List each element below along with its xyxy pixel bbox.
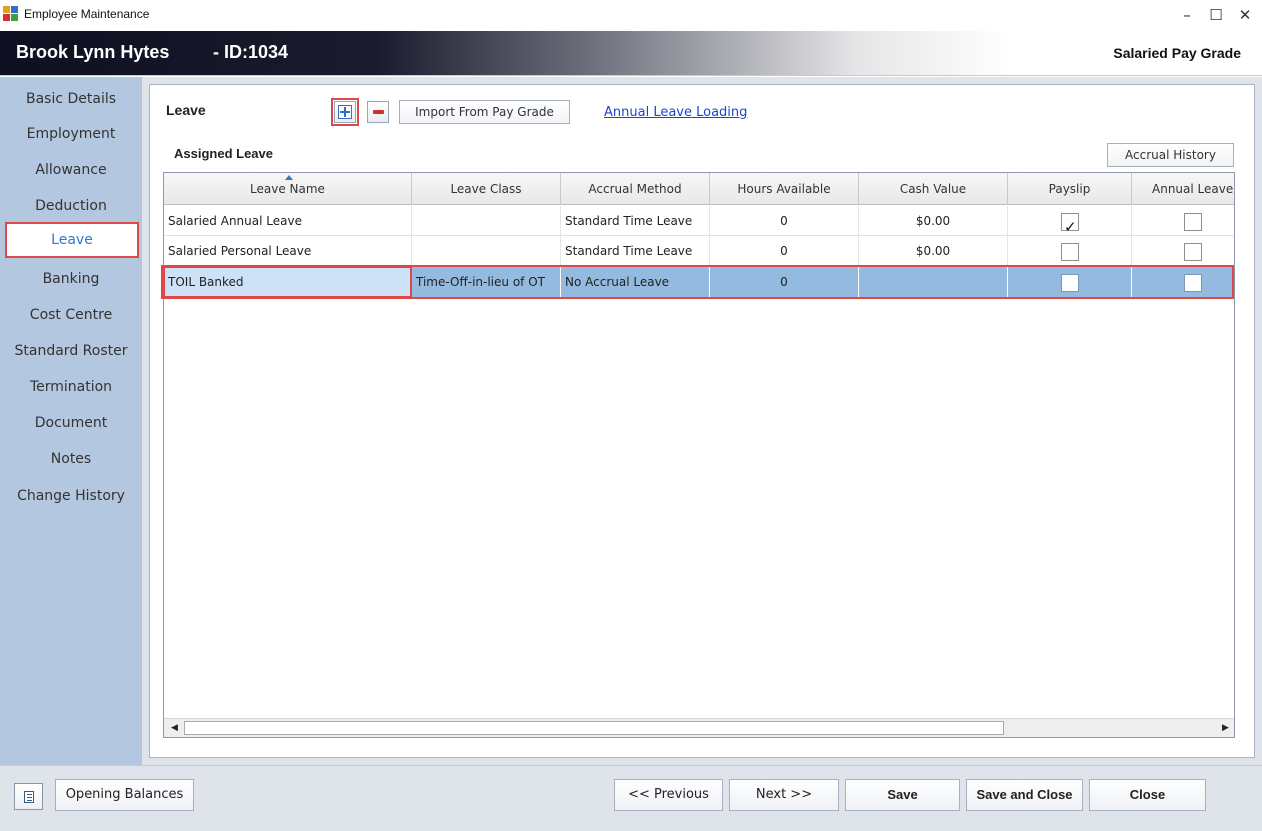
add-leave-button[interactable] (331, 98, 359, 126)
sidebar-item-leave[interactable]: Leave (5, 222, 139, 258)
cell-accrual-method[interactable]: No Accrual Leave (561, 267, 710, 297)
employee-header: Brook Lynn Hytes - ID:1034 Salaried Pay … (0, 31, 1262, 76)
close-button[interactable]: Close (1089, 779, 1206, 811)
column-header-hours-available[interactable]: Hours Available (710, 173, 859, 205)
table-row[interactable]: Salaried Annual Leave Standard Time Leav… (164, 206, 1234, 236)
cell-leave-class[interactable]: Time-Off-in-lieu of OT (412, 267, 561, 297)
close-window-button[interactable]: ✕ (1231, 4, 1259, 26)
annual-leave-checkbox[interactable] (1184, 243, 1202, 261)
sidebar-item-standard-roster[interactable]: Standard Roster (0, 338, 142, 364)
sort-ascending-icon (285, 175, 293, 180)
scrollbar-thumb[interactable] (184, 721, 1004, 735)
save-button[interactable]: Save (845, 779, 960, 811)
leave-section-title: Leave (166, 102, 206, 118)
table-row[interactable]: Salaried Personal Leave Standard Time Le… (164, 236, 1234, 266)
minimize-button[interactable]: – (1173, 4, 1201, 26)
cell-hours-available[interactable]: 0 (710, 236, 859, 266)
scroll-right-icon[interactable]: ▶ (1218, 721, 1233, 736)
sidebar-item-employment[interactable]: Employment (0, 121, 142, 147)
scroll-left-icon[interactable]: ◀ (167, 721, 182, 736)
payslip-checkbox[interactable] (1061, 274, 1079, 292)
annual-leave-checkbox[interactable] (1184, 213, 1202, 231)
window-title: Employee Maintenance (24, 7, 150, 21)
column-header-leave-name[interactable]: Leave Name (164, 173, 412, 205)
cell-payslip (1008, 236, 1132, 266)
import-from-pay-grade-button[interactable]: Import From Pay Grade (399, 100, 570, 124)
details-icon-button[interactable] (14, 783, 43, 810)
table-row-selected[interactable]: TOIL Banked Time-Off-in-lieu of OT No Ac… (164, 267, 1234, 297)
cell-leave-name[interactable]: TOIL Banked (164, 267, 412, 297)
sidebar-item-basic-details[interactable]: Basic Details (0, 86, 142, 112)
sidebar-item-banking[interactable]: Banking (0, 266, 142, 292)
column-header-annual-leave[interactable]: Annual Leave (1132, 173, 1234, 205)
minus-icon (373, 110, 384, 114)
payslip-checkbox[interactable] (1061, 212, 1079, 236)
list-document-icon (24, 791, 34, 803)
sidebar-item-document[interactable]: Document (0, 410, 142, 436)
cell-hours-available[interactable]: 0 (710, 206, 859, 236)
sidebar-item-notes[interactable]: Notes (0, 446, 142, 472)
save-and-close-button[interactable]: Save and Close (966, 779, 1083, 811)
assigned-leave-grid: Leave Name Leave Class Accrual Method Ho… (163, 172, 1235, 738)
column-header-accrual-method[interactable]: Accrual Method (561, 173, 710, 205)
sidebar-item-deduction[interactable]: Deduction (0, 193, 142, 219)
cell-annual-leave (1132, 206, 1234, 236)
cell-payslip (1008, 267, 1132, 297)
annual-leave-loading-link[interactable]: Annual Leave Loading (604, 105, 747, 120)
cell-leave-name[interactable]: Salaried Personal Leave (164, 236, 412, 266)
cell-annual-leave (1132, 267, 1234, 297)
previous-button[interactable]: << Previous (614, 779, 723, 811)
sidebar-item-termination[interactable]: Termination (0, 374, 142, 400)
cell-accrual-method[interactable]: Standard Time Leave (561, 236, 710, 266)
maximize-button[interactable]: ☐ (1202, 4, 1230, 26)
accrual-history-button[interactable]: Accrual History (1107, 143, 1234, 167)
cell-cash-value[interactable] (859, 267, 1008, 297)
plus-icon (338, 105, 352, 119)
app-icon (3, 6, 19, 22)
cell-leave-class[interactable] (412, 206, 561, 236)
sidebar-item-allowance[interactable]: Allowance (0, 157, 142, 183)
sidebar-item-cost-centre[interactable]: Cost Centre (0, 302, 142, 328)
cell-cash-value[interactable]: $0.00 (859, 206, 1008, 236)
cell-payslip (1008, 206, 1132, 236)
pay-grade-label: Salaried Pay Grade (1113, 45, 1241, 61)
cell-leave-class[interactable] (412, 236, 561, 266)
opening-balances-button[interactable]: Opening Balances (55, 779, 194, 811)
cell-cash-value[interactable]: $0.00 (859, 236, 1008, 266)
window-titlebar: Employee Maintenance – ☐ ✕ (0, 0, 1262, 31)
annual-leave-checkbox[interactable] (1184, 274, 1202, 292)
employee-name: Brook Lynn Hytes (16, 42, 170, 62)
column-header-payslip[interactable]: Payslip (1008, 173, 1132, 205)
next-button[interactable]: Next >> (729, 779, 839, 811)
column-header-leave-class[interactable]: Leave Class (412, 173, 561, 205)
cell-leave-name[interactable]: Salaried Annual Leave (164, 206, 412, 236)
horizontal-scrollbar[interactable]: ◀ ▶ (164, 718, 1234, 737)
payslip-checkbox[interactable] (1061, 243, 1079, 261)
sidebar-item-change-history[interactable]: Change History (0, 483, 142, 509)
grid-header: Leave Name Leave Class Accrual Method Ho… (164, 173, 1234, 205)
cell-annual-leave (1132, 236, 1234, 266)
assigned-leave-title: Assigned Leave (174, 146, 273, 161)
column-header-cash-value[interactable]: Cash Value (859, 173, 1008, 205)
sidebar-nav: Basic Details Employment Allowance Deduc… (0, 77, 142, 765)
remove-leave-button[interactable] (367, 101, 389, 123)
employee-id: - ID:1034 (213, 42, 289, 62)
cell-accrual-method[interactable]: Standard Time Leave (561, 206, 710, 236)
cell-hours-available[interactable]: 0 (710, 267, 859, 297)
